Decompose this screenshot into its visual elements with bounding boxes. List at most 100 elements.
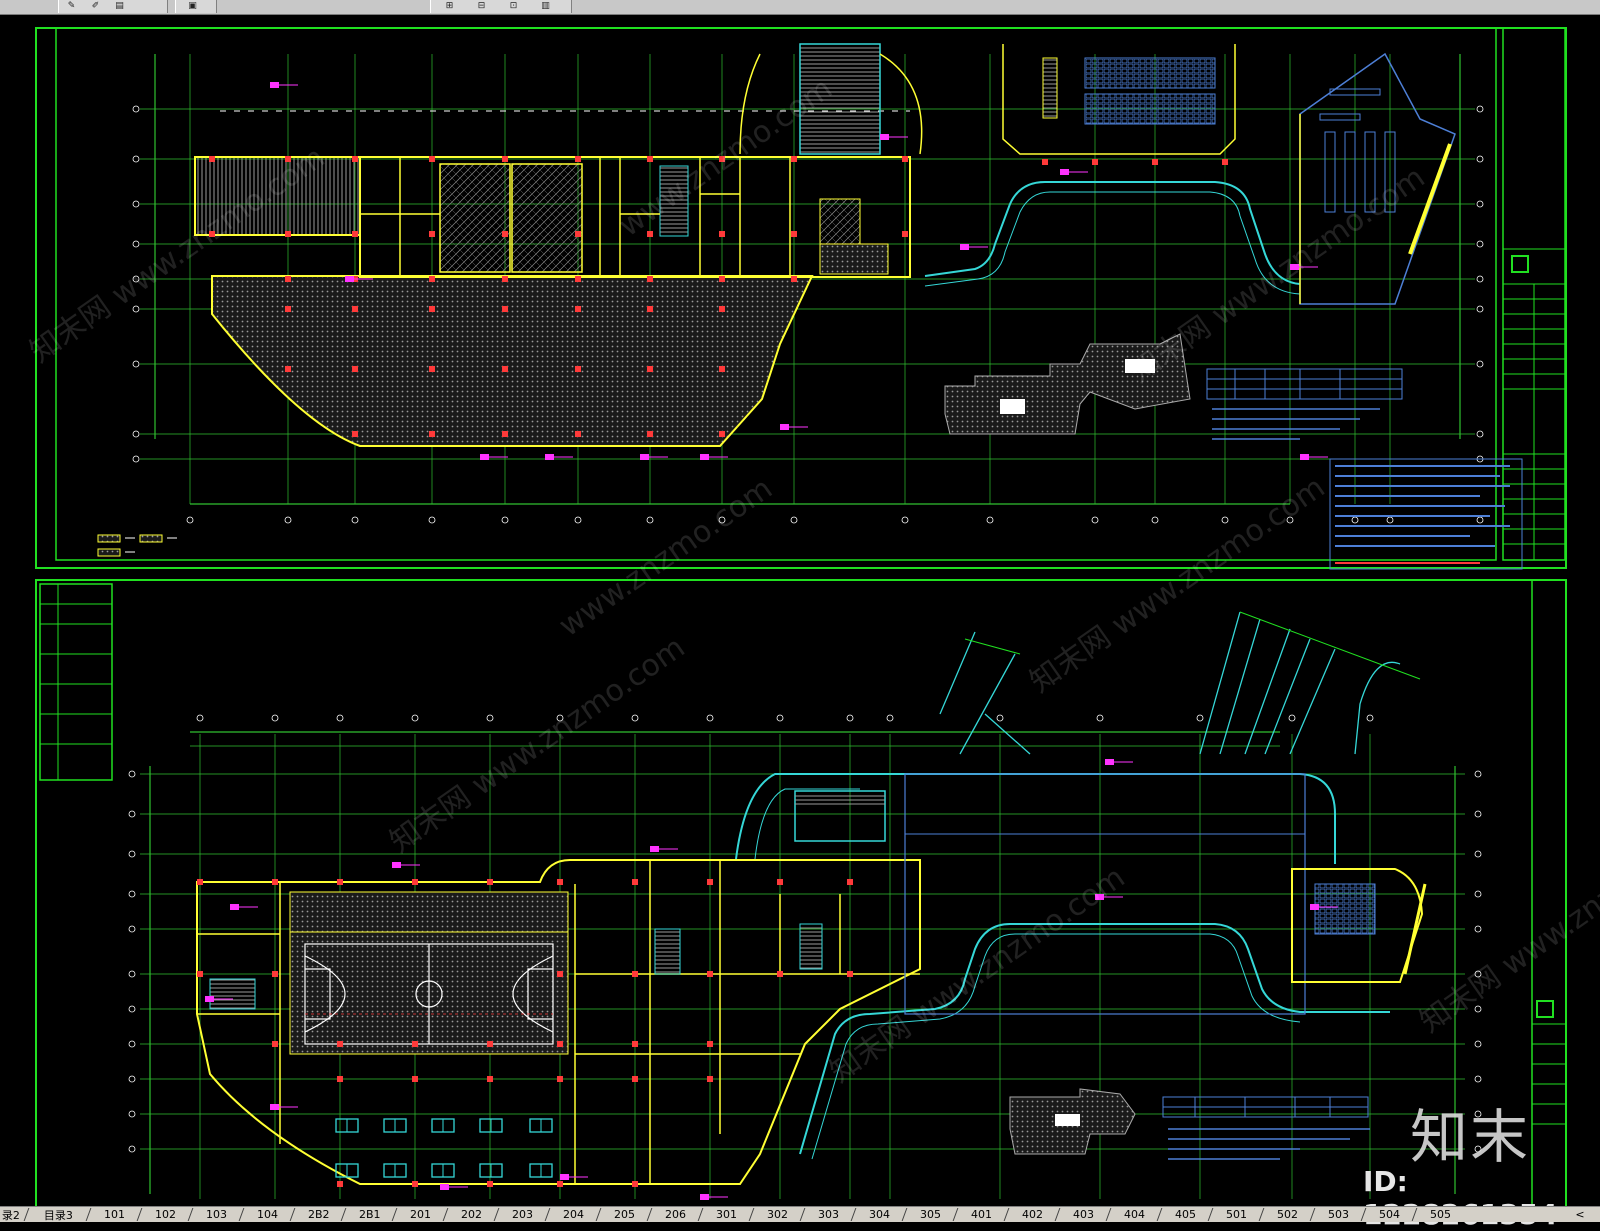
- column-marker: [352, 306, 358, 312]
- grid-bubble: [1476, 516, 1484, 524]
- layout-tab-104[interactable]: 104: [238, 1208, 296, 1221]
- column-marker: [575, 431, 581, 437]
- layout-tab-label: 206: [665, 1208, 686, 1221]
- column-marker: [502, 156, 508, 162]
- view-2-button[interactable]: ⊟: [475, 1, 488, 12]
- grid-bubble: [128, 1145, 136, 1153]
- grid-bubble: [556, 714, 564, 722]
- layout-tab-label: 505: [1430, 1208, 1451, 1221]
- properties-button[interactable]: ✎: [65, 1, 78, 12]
- layout-tab-301[interactable]: 301: [697, 1208, 755, 1221]
- layout-tab-501[interactable]: 501: [1207, 1208, 1265, 1221]
- layout-tab-302[interactable]: 302: [748, 1208, 806, 1221]
- grid-bubble: [132, 155, 140, 163]
- tag-marker: [1290, 264, 1299, 270]
- column-marker: [777, 971, 783, 977]
- layout-tab-205[interactable]: 205: [595, 1208, 653, 1221]
- layout-tab-201[interactable]: 201: [391, 1208, 449, 1221]
- view-1-button[interactable]: ⊞: [443, 1, 456, 12]
- layer-button[interactable]: ▤: [113, 1, 126, 12]
- column-marker: [487, 1076, 493, 1082]
- view-3-button[interactable]: ⊡: [507, 1, 520, 12]
- column-marker: [647, 431, 653, 437]
- column-marker: [1222, 159, 1228, 165]
- layout-tab-404[interactable]: 404: [1105, 1208, 1163, 1221]
- view-4-button[interactable]: ▥: [539, 1, 552, 12]
- sheet-bottom-title-block: [1531, 579, 1567, 1206]
- block-button[interactable]: ▣: [186, 1, 199, 12]
- layout-tab-2B2[interactable]: 2B2: [289, 1208, 347, 1221]
- column-marker: [429, 231, 435, 237]
- column-marker: [1092, 159, 1098, 165]
- layout-tab-label: 502: [1277, 1208, 1298, 1221]
- match-button[interactable]: ✐: [89, 1, 102, 12]
- toolbar-group-1: ✎ ✐ ▤: [58, 0, 168, 13]
- layout-tab-502[interactable]: 502: [1258, 1208, 1316, 1221]
- grid-bubble: [501, 516, 509, 524]
- column-marker: [197, 879, 203, 885]
- column-marker: [632, 1076, 638, 1082]
- column-marker: [647, 276, 653, 282]
- column-marker: [791, 156, 797, 162]
- grid-bubble: [351, 516, 359, 524]
- layout-tab-403[interactable]: 403: [1054, 1208, 1112, 1221]
- column-marker: [337, 1076, 343, 1082]
- layout-tab-202[interactable]: 202: [442, 1208, 500, 1221]
- layout-tab-405[interactable]: 405: [1156, 1208, 1214, 1221]
- layout-tab-204[interactable]: 204: [544, 1208, 602, 1221]
- column-marker: [557, 1041, 563, 1047]
- column-marker: [209, 156, 215, 162]
- layout-tab-103[interactable]: 103: [187, 1208, 245, 1221]
- layout-tab-504[interactable]: 504: [1360, 1208, 1418, 1221]
- layout-tab-label: 目录3: [43, 1208, 73, 1222]
- column-marker: [707, 1041, 713, 1047]
- column-marker: [902, 231, 908, 237]
- layout-tab-label: 304: [869, 1208, 890, 1221]
- layout-tab-2B1[interactable]: 2B1: [340, 1208, 398, 1221]
- layout-tab-label: 201: [410, 1208, 431, 1221]
- layout-tab-503[interactable]: 503: [1309, 1208, 1367, 1221]
- column-marker: [502, 231, 508, 237]
- grid-bubble: [1474, 850, 1482, 858]
- grid-bubble: [128, 970, 136, 978]
- tag-marker: [205, 996, 214, 1002]
- tag-marker: [640, 454, 649, 460]
- grid-bubble: [1196, 714, 1204, 722]
- column-marker: [412, 1041, 418, 1047]
- layout-tab-401[interactable]: 401: [952, 1208, 1010, 1221]
- layout-tab-label: 504: [1379, 1208, 1400, 1221]
- layout-tab-101[interactable]: 101: [85, 1208, 143, 1221]
- grid-bubble: [1474, 970, 1482, 978]
- layout-tab-505[interactable]: 505: [1411, 1208, 1469, 1221]
- grid-bubble: [128, 925, 136, 933]
- tag-marker: [960, 244, 969, 250]
- column-marker: [285, 306, 291, 312]
- layout-tab-102[interactable]: 102: [136, 1208, 194, 1221]
- layout-tab-402[interactable]: 402: [1003, 1208, 1061, 1221]
- grid-bubble: [846, 714, 854, 722]
- grid-bubble: [128, 1075, 136, 1083]
- layout-tab-目录3[interactable]: 目录3: [23, 1208, 92, 1222]
- grid-bubble: [996, 714, 1004, 722]
- layout-tab-305[interactable]: 305: [901, 1208, 959, 1221]
- cad-drawing-canvas[interactable]: [0, 14, 1600, 1206]
- grid-bubble: [1476, 360, 1484, 368]
- column-marker: [575, 366, 581, 372]
- layout-tab-304[interactable]: 304: [850, 1208, 908, 1221]
- layout-tab-203[interactable]: 203: [493, 1208, 551, 1221]
- grid-bubble: [1366, 714, 1374, 722]
- grid-bubble: [776, 714, 784, 722]
- tag-marker: [1095, 894, 1104, 900]
- tab-scroll-left-button[interactable]: <: [1560, 1208, 1600, 1221]
- layout-tab-303[interactable]: 303: [799, 1208, 857, 1221]
- grid-bubble: [1091, 516, 1099, 524]
- grid-bubble: [1474, 925, 1482, 933]
- layout-tab-label: 102: [155, 1208, 176, 1221]
- column-marker: [429, 306, 435, 312]
- layout-tab-206[interactable]: 206: [646, 1208, 704, 1221]
- column-marker: [719, 276, 725, 282]
- grid-bubble: [901, 516, 909, 524]
- grid-bubble: [271, 714, 279, 722]
- grid-bubble: [132, 305, 140, 313]
- column-marker: [285, 276, 291, 282]
